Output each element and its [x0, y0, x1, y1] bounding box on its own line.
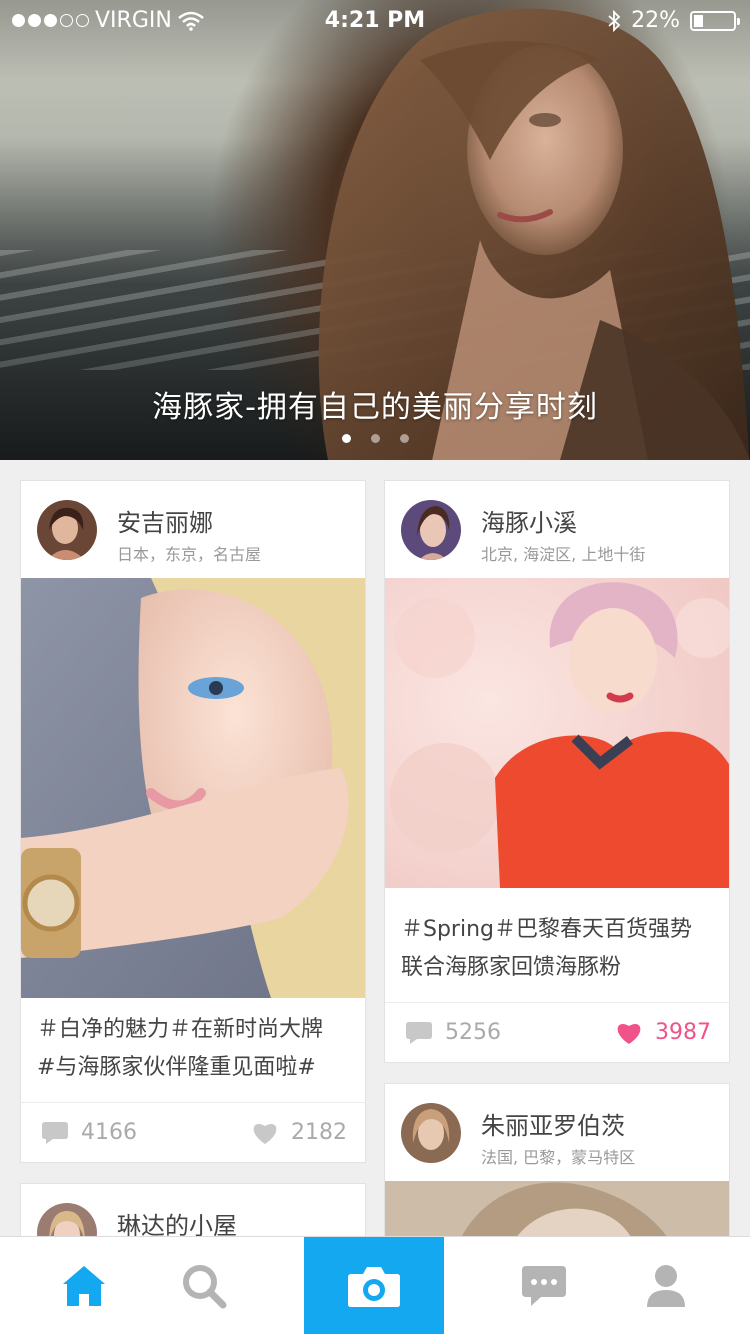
tab-profile[interactable] — [606, 1237, 726, 1334]
camera-icon — [348, 1267, 400, 1307]
card-location: 北京, 海淀区, 上地十街 — [481, 545, 646, 564]
card-header: 海豚小溪 北京, 海淀区, 上地十街 — [385, 481, 729, 577]
card-caption: ＃Spring＃巴黎春天百货强势 联合海豚家回馈海豚粉 — [401, 911, 719, 987]
tab-home[interactable] — [24, 1237, 144, 1334]
status-right: 22% — [607, 8, 740, 33]
avatar[interactable] — [401, 500, 461, 560]
card-header: 安吉丽娜 日本，东京，名古屋 — [21, 481, 365, 577]
home-icon — [63, 1266, 105, 1306]
tab-camera[interactable] — [304, 1237, 444, 1334]
carousel-dot[interactable] — [341, 434, 351, 443]
card-author-name[interactable]: 朱丽亚罗伯茨 — [481, 1106, 625, 1141]
heart-icon — [253, 1123, 277, 1144]
status-bar: VIRGIN 4:21 PM 22% — [0, 0, 750, 40]
card-author-name[interactable]: 安吉丽娜 — [117, 503, 213, 538]
avatar[interactable] — [401, 1103, 461, 1163]
tab-search[interactable] — [144, 1237, 264, 1334]
card-caption-line: 联合海豚家回馈海豚粉 — [401, 955, 622, 980]
comment-count-value: 5256 — [445, 1020, 501, 1045]
battery-icon — [690, 10, 740, 31]
like-count-value: 2182 — [291, 1120, 347, 1145]
comment-count[interactable]: 5256 — [405, 1020, 501, 1045]
comment-count[interactable]: 4166 — [41, 1120, 137, 1145]
card-header: 朱丽亚罗伯茨 法国, 巴黎，蒙马特区 — [385, 1084, 729, 1180]
card-caption-line: #与海豚家伙伴隆重见面啦# — [37, 1055, 316, 1080]
hero-banner[interactable]: VIRGIN 4:21 PM 22% 海豚家-拥有自己的美丽分享时刻 — [0, 0, 750, 460]
card-location: 法国, 巴黎，蒙马特区 — [481, 1148, 636, 1167]
card-footer: 4166 2182 — [21, 1102, 365, 1162]
battery-percent: 22% — [631, 8, 680, 33]
tab-messages[interactable] — [484, 1237, 604, 1334]
avatar[interactable] — [37, 500, 97, 560]
search-icon — [183, 1265, 227, 1309]
like-count[interactable]: 3987 — [615, 1020, 711, 1045]
card-location: 日本，东京，名古屋 — [117, 545, 262, 564]
like-count[interactable]: 2182 — [251, 1120, 347, 1145]
card-photo[interactable] — [385, 578, 729, 888]
comment-count-value: 4166 — [81, 1120, 137, 1145]
card-footer: 5256 3987 — [385, 1002, 729, 1062]
comment-icon — [406, 1021, 432, 1044]
card-caption-line: ＃Spring＃巴黎春天百货强势 — [401, 917, 692, 942]
heart-icon — [617, 1023, 641, 1044]
feed-card[interactable]: 海豚小溪 北京, 海淀区, 上地十街 ＃Spring＃巴黎春天百货强势 联合海豚… — [384, 480, 730, 1063]
bluetooth-icon — [608, 9, 621, 32]
carousel-dot[interactable] — [399, 434, 409, 443]
card-photo[interactable] — [21, 578, 365, 998]
card-caption: ＃白净的魅力＃在新时尚大牌 #与海豚家伙伴隆重见面啦# — [37, 1011, 355, 1087]
comment-icon — [42, 1121, 68, 1144]
message-icon — [522, 1266, 566, 1306]
tab-bar — [0, 1236, 750, 1334]
carousel-dot[interactable] — [370, 434, 380, 443]
card-caption-line: ＃白净的魅力＃在新时尚大牌 — [37, 1017, 324, 1042]
profile-icon — [647, 1265, 685, 1307]
carousel-dots[interactable] — [0, 434, 750, 443]
hero-caption: 海豚家-拥有自己的美丽分享时刻 — [152, 390, 598, 425]
card-author-name[interactable]: 海豚小溪 — [481, 503, 577, 538]
feed-card[interactable]: 安吉丽娜 日本，东京，名古屋 ＃白净的魅力＃在新时尚大牌 #与海豚家伙伴隆重见面… — [20, 480, 366, 1163]
like-count-value: 3987 — [655, 1020, 711, 1045]
